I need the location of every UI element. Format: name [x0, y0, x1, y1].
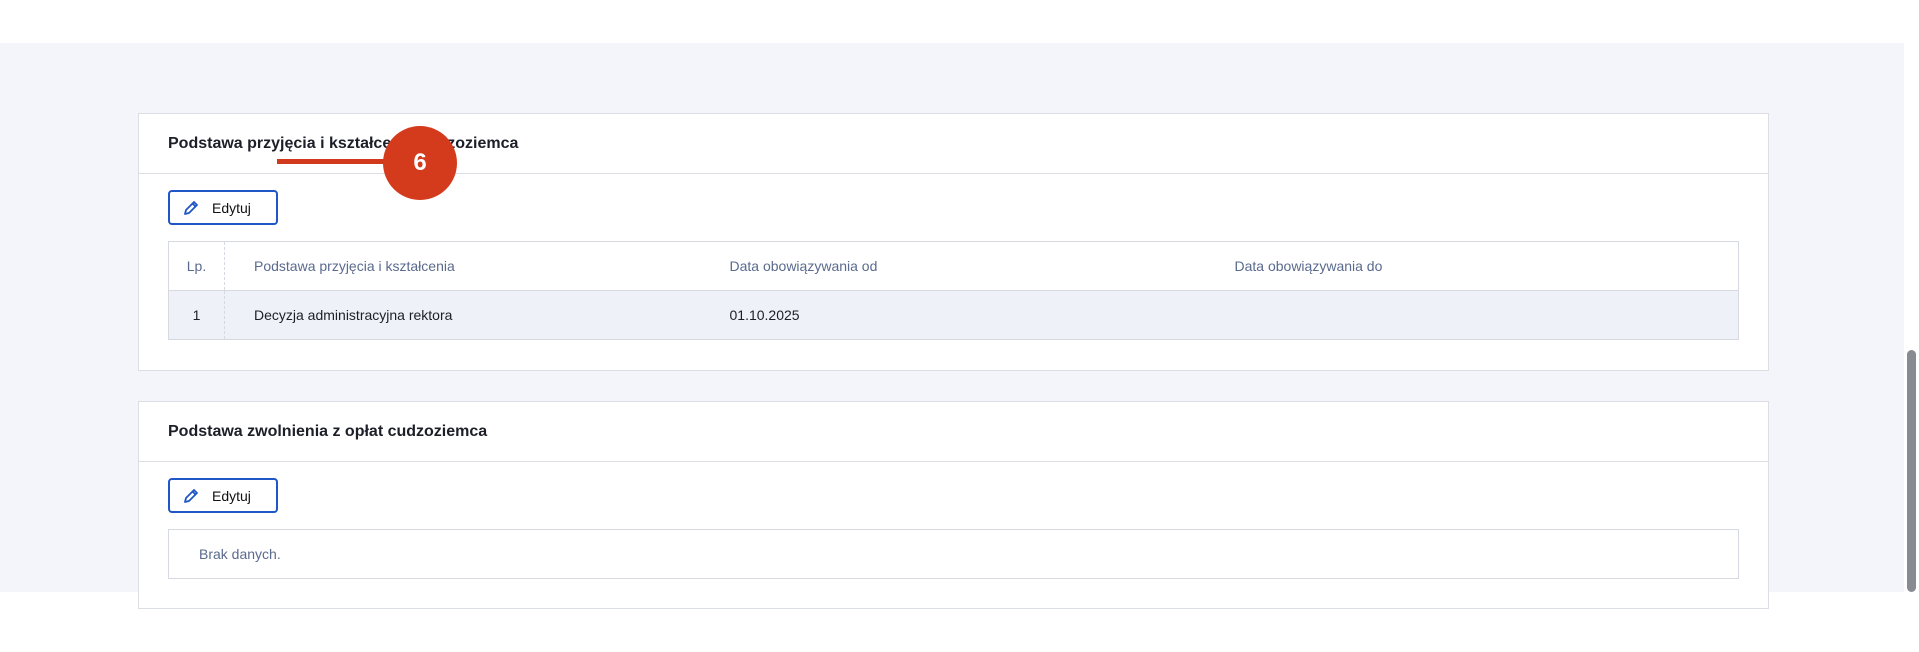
- section-fee-exemption-basis: Podstawa zwolnienia z opłat cudzoziemca …: [138, 401, 1769, 609]
- column-header-basis: Podstawa przyjęcia i kształcenia: [224, 241, 730, 291]
- vertical-scrollbar[interactable]: [1904, 0, 1919, 652]
- section-title: Podstawa przyjęcia i kształcenia cudzozi…: [168, 134, 519, 152]
- column-header-lp: Lp.: [168, 241, 225, 291]
- cell-lp: 1: [168, 290, 225, 340]
- scrollbar-thumb[interactable]: [1907, 350, 1916, 592]
- edit-button[interactable]: Edytuj: [168, 190, 278, 225]
- callout-connector: [277, 159, 387, 164]
- section-admission-basis: Podstawa przyjęcia i kształcenia cudzozi…: [138, 113, 1769, 371]
- cell-valid-to: [1234, 290, 1739, 340]
- cell-valid-from: 01.10.2025: [729, 290, 1235, 340]
- page-background: Podstawa przyjęcia i kształcenia cudzozi…: [0, 43, 1919, 609]
- edit-button-label: Edytuj: [212, 199, 251, 216]
- empty-state-text: Brak danych.: [199, 546, 281, 562]
- admission-basis-table: Lp. Podstawa przyjęcia i kształcenia Dat…: [168, 241, 1739, 340]
- cell-basis: Decyzja administracyjna rektora: [224, 290, 730, 340]
- table-row: 1 Decyzja administracyjna rektora 01.10.…: [168, 290, 1739, 340]
- column-header-valid-to: Data obowiązywania do: [1234, 241, 1739, 291]
- callout-badge: 6: [383, 126, 457, 200]
- column-header-valid-from: Data obowiązywania od: [729, 241, 1235, 291]
- pencil-icon: [182, 487, 200, 505]
- section-title: Podstawa zwolnienia z opłat cudzoziemca: [168, 422, 488, 440]
- table-header-row: Lp. Podstawa przyjęcia i kształcenia Dat…: [168, 241, 1739, 291]
- edit-button-label: Edytuj: [212, 487, 251, 504]
- pencil-icon: [182, 199, 200, 217]
- empty-state: Brak danych.: [168, 529, 1739, 579]
- section-header: Podstawa zwolnienia z opłat cudzoziemca: [139, 402, 1768, 462]
- edit-button[interactable]: Edytuj: [168, 478, 278, 513]
